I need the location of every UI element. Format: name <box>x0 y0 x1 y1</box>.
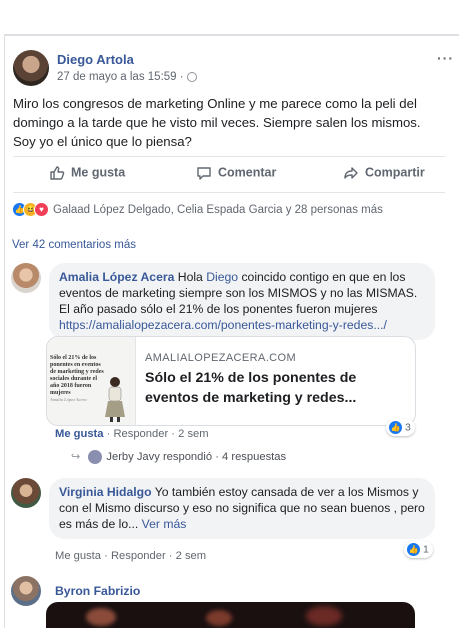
post-timestamp[interactable]: 27 de mayo a las 15:59 · <box>57 71 197 83</box>
thumbs-up-icon <box>50 166 65 180</box>
link-preview-thumbnail: Sólo el 21% de los ponentes en eventos d… <box>47 337 136 425</box>
post-actions-bar: Me gusta Comentar Compartir <box>13 160 445 188</box>
replier-avatar <box>88 450 103 465</box>
more-options-button[interactable]: ··· <box>437 50 454 66</box>
comment-meta: Me gusta · Responder · 2 sem <box>55 428 209 440</box>
like-label: Me gusta <box>71 165 126 180</box>
post-card: Diego Artola 27 de mayo a las 15:59 · ··… <box>4 34 459 628</box>
commenter-name[interactable]: Byron Fabrizio <box>55 584 140 598</box>
commenter-name[interactable]: Amalia López Acera <box>59 270 174 284</box>
divider <box>13 192 445 193</box>
link-preview-title: Sólo el 21% de los ponentes de eventos d… <box>145 370 357 406</box>
replies-link[interactable]: ↪ Jerby Javy respondió · 4 respuestas <box>71 450 286 465</box>
view-more-comments-link[interactable]: Ver 42 comentarios más <box>12 239 136 251</box>
replies-text[interactable]: Jerby Javy respondió · 4 respuestas <box>106 451 286 463</box>
thumbnail-text: Sólo el 21% de los ponentes en eventos d… <box>50 355 104 396</box>
love-icon: ♥ <box>34 202 49 217</box>
mention-link[interactable]: Diego <box>206 270 238 284</box>
comment-like-link[interactable]: Me gusta <box>55 428 104 440</box>
comment-text-pre: Hola <box>174 270 207 284</box>
comment-media-image[interactable] <box>46 602 415 628</box>
see-more-link[interactable]: Ver más <box>138 517 187 531</box>
post-text: Miro los congresos de marketing Online y… <box>13 96 421 149</box>
reactions-summary[interactable]: 👍😆 ♥ Galaad López Delgado, Celia Espada Ga… <box>12 202 383 220</box>
comment-reaction-count[interactable]: 👍 1 <box>404 541 433 558</box>
comment-bubble: Virginia Hidalgo Yo también estoy cansad… <box>49 478 435 539</box>
commenter-avatar[interactable] <box>11 478 41 508</box>
globe-icon <box>186 71 197 82</box>
share-icon <box>344 167 358 179</box>
reaction-count-text: 3 <box>405 421 411 434</box>
thumbnail-signature: Amalia López Acera <box>50 397 87 402</box>
comment-url-link[interactable]: https://amalialopezacera.com/ponentes-ma… <box>59 318 387 332</box>
like-button[interactable]: Me gusta <box>49 165 125 181</box>
like-icon: 👍 <box>406 542 421 557</box>
link-preview-domain: AMALIALOPEZACERA.COM <box>145 352 297 364</box>
share-button[interactable]: Compartir <box>343 165 425 181</box>
reactions-names[interactable]: Galaad López Delgado, Celia Espada Garci… <box>53 204 383 216</box>
share-label: Compartir <box>365 165 425 180</box>
reaction-count-text: 1 <box>423 543 429 556</box>
commenter-avatar[interactable] <box>11 576 41 606</box>
link-preview-card[interactable]: Sólo el 21% de los ponentes en eventos d… <box>46 336 416 426</box>
comment-reaction-count[interactable]: 👍 3 <box>386 419 415 436</box>
comment-label: Comentar <box>218 165 277 180</box>
post-author-name[interactable]: Diego Artola <box>57 52 134 67</box>
woman-illustration-icon <box>105 377 125 422</box>
comment-icon <box>197 167 211 180</box>
comment-button[interactable]: Comentar <box>196 165 276 181</box>
comment-meta-rest[interactable]: · Responder · 2 sem <box>104 428 209 440</box>
top-spacer <box>0 0 459 34</box>
divider <box>13 156 445 157</box>
post-timestamp-text[interactable]: 27 de mayo a las 15:59 · <box>57 71 184 83</box>
commenter-avatar[interactable] <box>11 263 41 293</box>
commenter-name[interactable]: Virginia Hidalgo <box>59 485 152 499</box>
comment-meta[interactable]: Me gusta · Responder · 2 sem <box>55 550 206 562</box>
comment-bubble: Amalia López Acera Hola Diego coincido c… <box>49 263 435 340</box>
like-icon: 👍 <box>388 420 403 435</box>
author-avatar[interactable] <box>13 50 49 86</box>
reply-arrow-icon: ↪ <box>71 451 81 463</box>
